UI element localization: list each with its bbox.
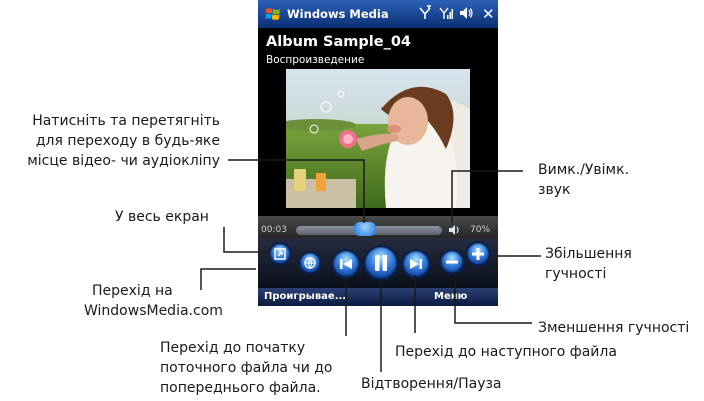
connectivity-icon[interactable] <box>418 5 432 23</box>
annotation-seek: Натисніть та перетягніть для переходу в … <box>0 111 220 171</box>
annotation-seek-line1: Натисніть та перетягніть <box>32 113 220 129</box>
seek-thumb[interactable] <box>354 222 376 236</box>
annotation-volume-up-line1: Збільшення <box>545 246 632 262</box>
softkey-menu[interactable]: Меню <box>434 291 467 302</box>
annotation-previous-line1: Перехід до початку <box>160 340 306 356</box>
playback-status: Воспроизведение <box>266 54 365 66</box>
volume-down-button[interactable] <box>441 251 463 273</box>
album-title: Album Sample_04 <box>266 34 411 50</box>
volume-icon[interactable] <box>459 5 473 23</box>
annotation-seek-line2: для переходу в будь-яке <box>35 133 220 149</box>
phone-screen: Windows Media ✕ Album Sample_04 Воспроиз… <box>258 0 498 306</box>
annotation-play-pause: Відтворення/Пауза <box>361 376 502 392</box>
annotation-mute-line2: звук <box>538 182 571 198</box>
mute-toggle-icon[interactable] <box>448 224 462 239</box>
annotation-mute: Вимк./Увімк. звук <box>538 160 629 200</box>
annotation-volume-up: Збільшення гучності <box>545 244 632 284</box>
annotation-volume-down: Зменшення гучності <box>538 320 690 336</box>
annotation-previous-line2: поточного файла чи до <box>160 360 333 376</box>
annotation-mute-line1: Вимк./Увімк. <box>538 162 630 178</box>
elapsed-time: 00:03 <box>261 225 287 235</box>
annotation-seek-line3: місце відео- чи аудіокліпу <box>27 153 220 169</box>
play-pause-button[interactable] <box>365 247 397 279</box>
previous-button[interactable] <box>333 251 359 277</box>
close-button[interactable]: ✕ <box>482 5 495 23</box>
video-frame[interactable] <box>286 69 470 208</box>
windowsmedia-button[interactable] <box>300 253 320 273</box>
annotation-next: Перехід до наступного файла <box>395 344 617 360</box>
volume-up-button[interactable] <box>467 243 489 265</box>
windows-start-icon[interactable] <box>265 6 281 22</box>
annotation-windowsmedia-line2: WindowsMedia.com <box>84 303 223 319</box>
window-title: Windows Media <box>287 7 389 21</box>
annotation-previous: Перехід до початку поточного файла чи до… <box>160 338 333 398</box>
signal-icon[interactable] <box>439 5 453 23</box>
annotation-previous-line3: попереднього файла. <box>160 380 321 396</box>
next-button[interactable] <box>403 251 429 277</box>
title-bar: Windows Media ✕ <box>258 0 498 28</box>
annotation-windowsmedia-line1: Перехід на <box>92 283 173 299</box>
annotation-fullscreen: У весь екран <box>115 209 209 225</box>
softkey-left[interactable]: Проигрывае... <box>264 291 346 302</box>
volume-percent: 70% <box>470 225 491 235</box>
annotation-volume-up-line2: гучності <box>545 266 607 282</box>
fullscreen-button[interactable] <box>270 244 290 264</box>
annotation-windowsmedia: Перехід на WindowsMedia.com <box>84 281 254 321</box>
